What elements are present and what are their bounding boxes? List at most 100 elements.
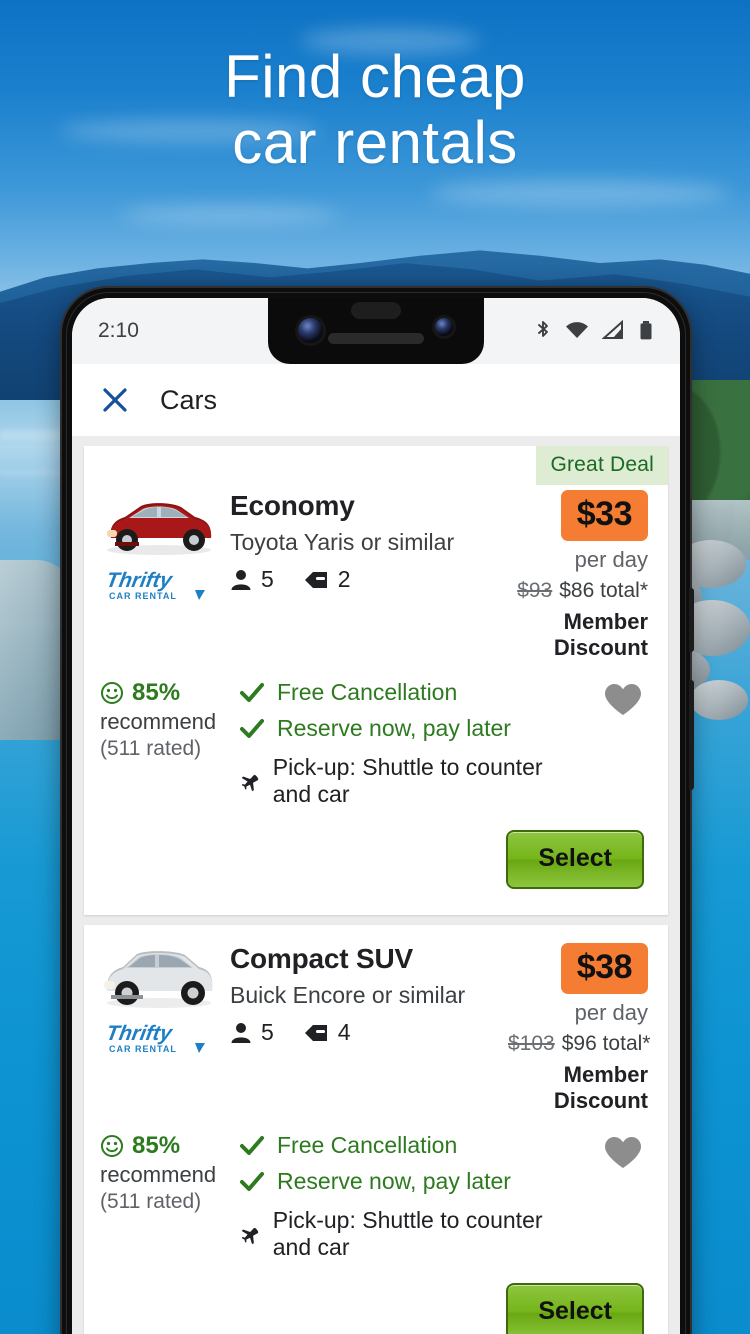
earpiece-speaker-icon (328, 333, 424, 344)
car-brand-column: Thrifty CAR RENTAL (84, 943, 220, 1114)
car-category: Economy (230, 490, 355, 521)
rating-label: recommend (100, 709, 217, 734)
car-model: Toyota Yaris or similar (230, 529, 455, 555)
smiley-icon (101, 1135, 123, 1157)
price-totals: $103 $96 total* (508, 1032, 650, 1056)
notch (268, 298, 484, 364)
price-unit: per day (574, 1000, 648, 1025)
select-button[interactable]: Select (506, 830, 644, 889)
svg-text:CAR RENTAL: CAR RENTAL (109, 591, 177, 601)
promo-headline: Find cheap car rentals (0, 44, 750, 176)
car-model: Buick Encore or similar (230, 982, 466, 1008)
airplane-icon (241, 774, 259, 792)
select-button[interactable]: Select (506, 1283, 644, 1334)
door-count: 2 (337, 566, 351, 592)
price-per-day: $38 (560, 943, 648, 994)
perk-label: Reserve now, pay later (277, 1168, 511, 1194)
rental-company-logo: Thrifty CAR RENTAL (104, 566, 211, 602)
close-icon[interactable] (100, 385, 130, 415)
power-button[interactable] (689, 588, 694, 652)
check-icon (240, 682, 264, 702)
door-count: 4 (337, 1019, 351, 1045)
heart-icon[interactable] (604, 1136, 642, 1170)
rating-column: 85% recommend (511 rated) (84, 679, 234, 808)
status-time: 2:10 (98, 319, 139, 342)
smiley-icon (101, 682, 123, 704)
car-results-list[interactable]: Great Deal Thrifty CAR RENTAL Economy To… (72, 436, 680, 1334)
car-result-card[interactable]: Thrifty CAR RENTAL Compact SUV Buick Enc… (84, 925, 668, 1334)
member-discount-label: Member Discount (553, 609, 648, 660)
status-badge: Great Deal (536, 446, 668, 485)
airplane-icon (241, 1227, 259, 1245)
favorite-column[interactable] (578, 1132, 668, 1261)
door-icon (304, 1024, 327, 1041)
discounted-total: $86 total* (559, 579, 648, 602)
card-action-row: Select (84, 1261, 668, 1334)
svg-text:Thrifty: Thrifty (107, 569, 175, 592)
perk-item: Reserve now, pay later (240, 1168, 578, 1195)
page-title: Cars (160, 384, 218, 415)
rating-line: 85% (100, 679, 234, 707)
app-bar: Cars (72, 364, 680, 436)
car-photo (99, 490, 219, 558)
phone-mockup: 2:10 Cars Great Deal Thrifty CAR RENTAL … (62, 288, 694, 1334)
perks-column: Free Cancellation Reserve now, pay later (234, 679, 578, 808)
car-price-column: $38 per day $103 $96 total* Member Discou… (508, 943, 668, 1114)
card-mid-row: 85% recommend (511 rated) Free Cancellat… (84, 661, 668, 808)
check-icon (240, 1135, 264, 1155)
proximity-sensor-icon (351, 302, 401, 319)
card-action-row: Select (84, 808, 668, 915)
heart-icon[interactable] (604, 683, 642, 717)
rating-line: 85% (100, 1132, 234, 1160)
signal-icon (602, 319, 623, 339)
svg-text:CAR RENTAL: CAR RENTAL (109, 1044, 177, 1054)
perk-item: Reserve now, pay later (240, 715, 578, 742)
member-discount-label: Member Discount (553, 1062, 648, 1113)
price-unit: per day (574, 547, 648, 572)
door-icon (304, 571, 327, 588)
svg-text:Thrifty: Thrifty (107, 1022, 175, 1045)
bluetooth-icon (538, 321, 548, 337)
rating-label: recommend (100, 1162, 217, 1187)
volume-button[interactable] (689, 680, 694, 790)
car-specs: 5 2 (230, 566, 508, 593)
rating-percent: 85% (132, 679, 181, 706)
cloud (430, 180, 730, 206)
phone-screen: 2:10 Cars Great Deal Thrifty CAR RENTAL … (72, 298, 680, 1334)
secondary-camera-icon (435, 318, 453, 336)
perks-column: Free Cancellation Reserve now, pay later (234, 1132, 578, 1261)
passenger-count: 5 (261, 566, 274, 592)
price-per-day: $33 (560, 490, 648, 541)
card-top-row: Thrifty CAR RENTAL Compact SUV Buick Enc… (84, 925, 668, 1114)
car-brand-column: Thrifty CAR RENTAL (84, 490, 220, 661)
rating-percent: 85% (132, 1132, 181, 1159)
check-icon (240, 718, 264, 738)
price-totals: $93 $86 total* (508, 579, 648, 603)
status-icons (534, 319, 654, 343)
card-mid-row: 85% recommend (511 rated) Free Cancellat… (84, 1114, 668, 1261)
car-result-card[interactable]: Great Deal Thrifty CAR RENTAL Economy To… (84, 446, 668, 915)
perk-item: Free Cancellation (240, 679, 578, 706)
pickup-info: Pick-up: Shuttle to counter and car (240, 1207, 578, 1261)
pickup-label: Pick-up: Shuttle to counter and car (272, 754, 543, 807)
passenger-count: 5 (261, 1019, 274, 1045)
promo-line-1: Find cheap (224, 43, 526, 110)
car-info-column: Compact SUV Buick Encore or similar 5 4 (220, 943, 508, 1114)
pickup-label: Pick-up: Shuttle to counter and car (272, 1207, 543, 1260)
rating-count: (511 rated) (100, 1190, 202, 1213)
passenger-icon (231, 1022, 251, 1043)
rating-column: 85% recommend (511 rated) (84, 1132, 234, 1261)
promo-line-2: car rentals (232, 109, 518, 176)
passenger-icon (231, 569, 251, 590)
cloud (120, 206, 340, 224)
check-icon (240, 1171, 264, 1191)
perk-label: Reserve now, pay later (277, 715, 511, 741)
favorite-column[interactable] (578, 679, 668, 808)
car-category: Compact SUV (230, 943, 413, 974)
car-price-column: $33 per day $93 $86 total* Member Discoun… (508, 490, 668, 661)
perk-item: Free Cancellation (240, 1132, 578, 1159)
original-total: $93 (517, 579, 553, 602)
car-photo (99, 943, 219, 1011)
car-specs: 5 4 (230, 1019, 508, 1046)
battery-icon (640, 321, 652, 340)
